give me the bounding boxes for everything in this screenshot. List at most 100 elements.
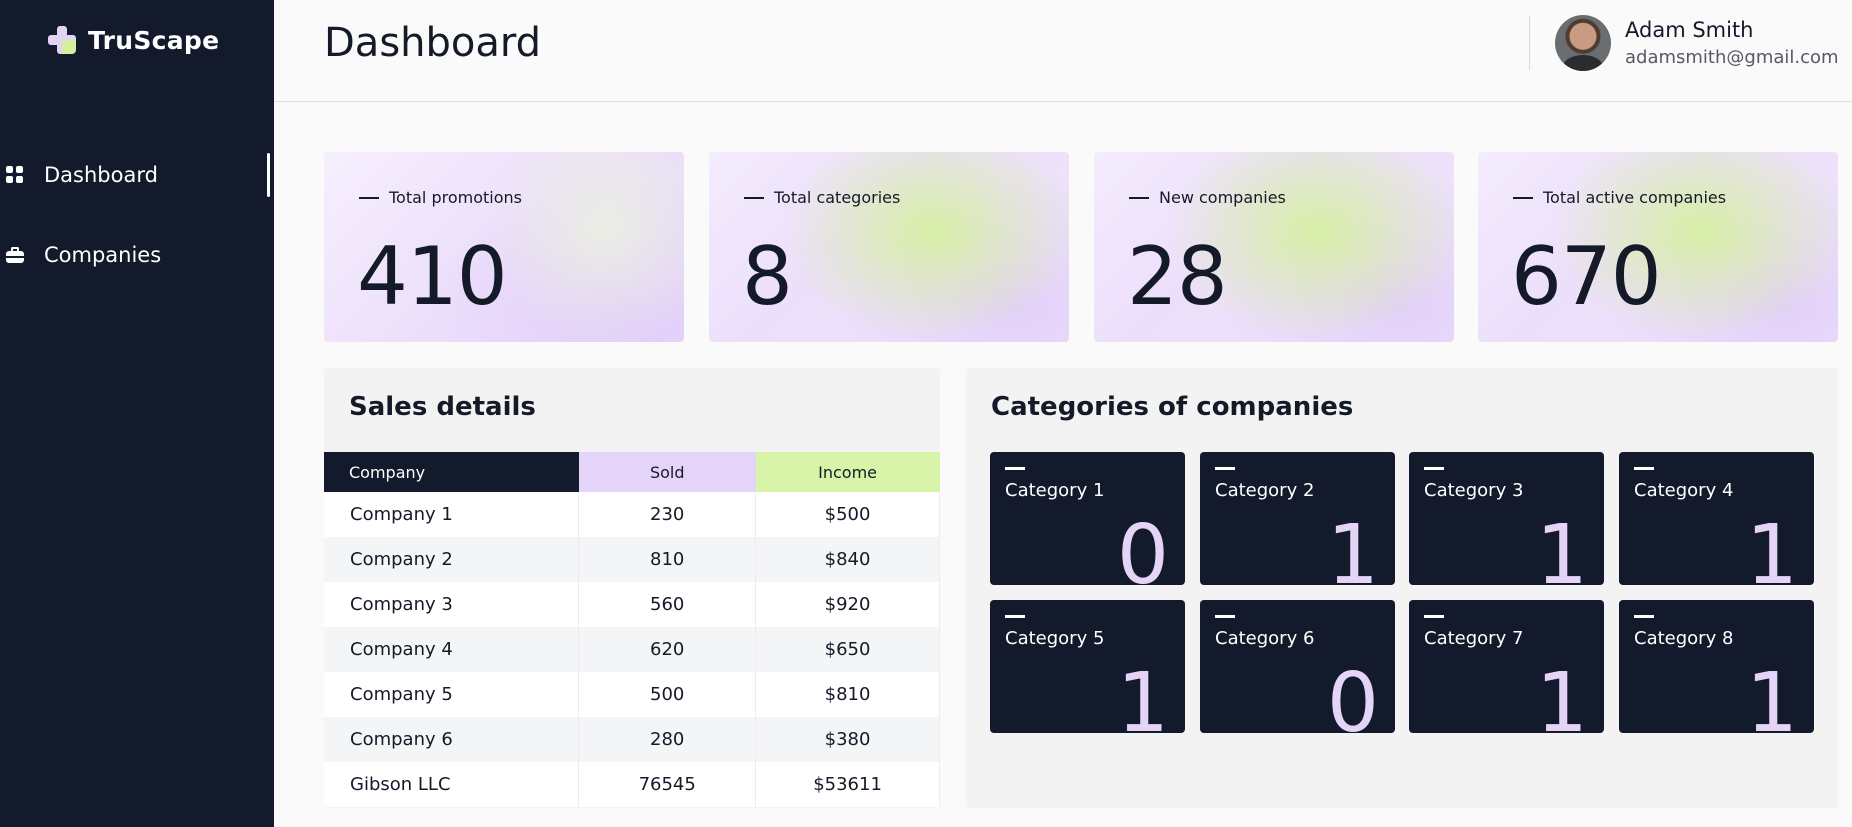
- category-card-8[interactable]: Category 8 1: [1619, 600, 1814, 733]
- cell-company: Company 4: [324, 627, 580, 672]
- sidebar-item-companies[interactable]: Companies: [0, 231, 274, 279]
- category-count: 1: [1745, 508, 1798, 586]
- category-count: 1: [1535, 508, 1588, 586]
- top-header: Dashboard Adam Smith adamsmith@gmail.com: [274, 0, 1852, 102]
- category-card-2[interactable]: Category 2 1: [1200, 452, 1395, 585]
- stat-card-new-companies: New companies 28: [1094, 152, 1454, 342]
- stat-value: 28: [1127, 230, 1228, 323]
- table-row[interactable]: Company 1 230 $500: [324, 492, 940, 537]
- dash-icon: [1005, 467, 1025, 470]
- categories-panel: Categories of companies Category 1 0 Cat…: [966, 368, 1838, 808]
- cell-sold: 560: [578, 582, 757, 627]
- panel-title: Sales details: [349, 392, 536, 422]
- category-card-4[interactable]: Category 4 1: [1619, 452, 1814, 585]
- briefcase-icon: [6, 246, 24, 264]
- active-indicator: [267, 153, 270, 197]
- dash-icon: [1634, 467, 1654, 470]
- cell-sold: 810: [578, 537, 757, 582]
- sales-details-panel: Sales details Company Sold Income Compan…: [324, 368, 940, 808]
- category-name: Category 2: [1215, 480, 1315, 501]
- stat-value: 8: [742, 230, 793, 323]
- category-name: Category 1: [1005, 480, 1105, 501]
- column-header-income[interactable]: Income: [755, 452, 940, 492]
- table-row[interactable]: Company 3 560 $920: [324, 582, 940, 627]
- cell-company: Company 1: [324, 492, 580, 537]
- stat-label: Total active companies: [1543, 188, 1727, 207]
- cell-company: Company 6: [324, 717, 580, 762]
- column-header-company[interactable]: Company: [324, 452, 579, 492]
- sales-table: Company Sold Income Company 1 230 $500 C…: [324, 452, 940, 807]
- sidebar: TruScape Dashboard Companies: [0, 0, 274, 827]
- table-row[interactable]: Company 5 500 $810: [324, 672, 940, 717]
- table-row[interactable]: Company 6 280 $380: [324, 717, 940, 762]
- cell-company: Gibson LLC: [324, 762, 580, 807]
- dash-icon: [1634, 615, 1654, 618]
- cell-company: Company 5: [324, 672, 580, 717]
- table-row[interactable]: Gibson LLC 76545 $53611: [324, 762, 940, 807]
- sidebar-item-label: Dashboard: [44, 163, 158, 187]
- column-header-sold[interactable]: Sold: [578, 452, 756, 492]
- logo-icon: [46, 24, 78, 56]
- cell-sold: 620: [578, 627, 757, 672]
- cell-income: $380: [755, 717, 940, 762]
- cell-income: $500: [755, 492, 940, 537]
- app-name: TruScape: [88, 25, 220, 55]
- cell-company: Company 2: [324, 537, 580, 582]
- user-email: adamsmith@gmail.com: [1625, 47, 1839, 68]
- dash-icon: [1513, 196, 1533, 199]
- cell-income: $840: [755, 537, 940, 582]
- category-name: Category 4: [1634, 480, 1734, 501]
- stat-card-total-active-companies: Total active companies 670: [1478, 152, 1838, 342]
- dash-icon: [744, 196, 764, 199]
- stat-value: 410: [357, 230, 508, 323]
- category-name: Category 7: [1424, 628, 1524, 649]
- dash-icon: [1005, 615, 1025, 618]
- stat-label: Total categories: [774, 188, 901, 207]
- stat-label: Total promotions: [389, 188, 522, 207]
- dash-icon: [1424, 615, 1444, 618]
- category-card-5[interactable]: Category 5 1: [990, 600, 1185, 733]
- category-name: Category 8: [1634, 628, 1734, 649]
- dash-icon: [1215, 615, 1235, 618]
- cell-sold: 76545: [578, 762, 757, 807]
- avatar[interactable]: [1555, 15, 1611, 71]
- app-logo[interactable]: TruScape: [46, 24, 219, 56]
- category-card-7[interactable]: Category 7 1: [1409, 600, 1604, 733]
- category-card-1[interactable]: Category 1 0: [990, 452, 1185, 585]
- category-count: 1: [1326, 508, 1379, 586]
- category-name: Category 3: [1424, 480, 1524, 501]
- cell-income: $810: [755, 672, 940, 717]
- page-title: Dashboard: [324, 20, 542, 66]
- sidebar-item-label: Companies: [44, 243, 162, 267]
- dash-icon: [1215, 467, 1235, 470]
- stat-label: New companies: [1159, 188, 1286, 207]
- stat-card-total-promotions: Total promotions 410: [324, 152, 684, 342]
- category-count: 1: [1535, 656, 1588, 734]
- category-count: 0: [1116, 508, 1169, 586]
- sidebar-item-dashboard[interactable]: Dashboard: [0, 151, 274, 199]
- dash-icon: [1424, 467, 1444, 470]
- cell-sold: 230: [578, 492, 757, 537]
- dash-icon: [1129, 196, 1149, 199]
- category-count: 0: [1326, 656, 1379, 734]
- stat-card-total-categories: Total categories 8: [709, 152, 1069, 342]
- grid-icon: [6, 166, 24, 184]
- stat-value: 670: [1511, 230, 1662, 323]
- cell-income: $650: [755, 627, 940, 672]
- cell-sold: 500: [578, 672, 757, 717]
- table-row[interactable]: Company 2 810 $840: [324, 537, 940, 582]
- cell-sold: 280: [578, 717, 757, 762]
- table-row[interactable]: Company 4 620 $650: [324, 627, 940, 672]
- cell-income: $920: [755, 582, 940, 627]
- header-divider: [1529, 16, 1530, 70]
- category-card-6[interactable]: Category 6 0: [1200, 600, 1395, 733]
- table-header-row: Company Sold Income: [324, 452, 940, 492]
- user-name: Adam Smith: [1625, 18, 1754, 42]
- category-card-3[interactable]: Category 3 1: [1409, 452, 1604, 585]
- category-count: 1: [1745, 656, 1798, 734]
- dash-icon: [359, 196, 379, 199]
- category-name: Category 6: [1215, 628, 1315, 649]
- panel-title: Categories of companies: [991, 392, 1354, 422]
- cell-company: Company 3: [324, 582, 580, 627]
- cell-income: $53611: [755, 762, 940, 807]
